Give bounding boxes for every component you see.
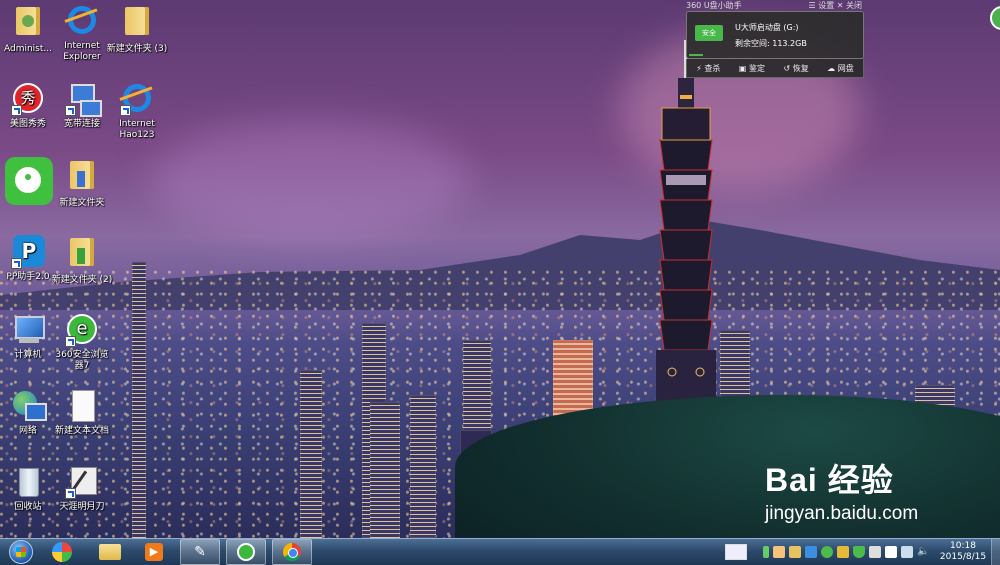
udisk-drive-panel: 安全 U大师启动盘 (G:) 剩余空间: 113.2GB (686, 11, 864, 59)
folder-icon[interactable] (789, 546, 801, 558)
meitu-icon: 秀 (11, 82, 45, 116)
desktop-icon-new-folder[interactable]: 新建文件夹 (51, 158, 113, 209)
desktop-icon-broadband-connection[interactable]: 宽带连接 (51, 82, 113, 130)
ie-icon (64, 4, 100, 38)
clock-date: 2015/8/15 (939, 552, 987, 562)
qq-icon[interactable] (805, 546, 817, 558)
taskbar-360-manager[interactable] (42, 539, 82, 565)
taskbar-chrome[interactable] (272, 539, 312, 565)
monitor-icon[interactable] (901, 546, 913, 558)
user-folder-icon (11, 7, 45, 41)
desktop-icon-tianya-mingyuedao[interactable]: 天涯明月刀 (51, 465, 113, 513)
taskbar: ▶ ✎ 🔈 10:18 2015/8/15 (0, 538, 1000, 565)
desktop-icon-new-folder-3[interactable]: 新建文件夹 (3) (106, 4, 168, 55)
clock-time: 10:18 (950, 541, 976, 551)
taskbar-explorer[interactable] (90, 539, 130, 565)
identify-button[interactable]: ▣ 鉴定 (739, 63, 765, 74)
green-chat-app-icon (3, 157, 53, 207)
windows-orb-icon (9, 540, 33, 564)
flag-icon[interactable] (885, 546, 897, 558)
battery-icon[interactable] (763, 546, 769, 558)
desktop-icon-360-browser[interactable]: e 360安全浏览器7 (51, 313, 113, 372)
pen-tool-icon: ✎ (194, 544, 206, 560)
desktop-icon-new-text-document[interactable]: 新建文本文档 (51, 389, 113, 437)
free-space: 剩余空间: 113.2GB (735, 39, 807, 48)
desktop-icon-hao123[interactable]: Internet Hao123 (106, 82, 168, 141)
close-button[interactable]: ✕ 关闭 (837, 1, 862, 10)
shield-icon[interactable] (853, 546, 865, 558)
tower-silhouette (656, 40, 716, 420)
plus-icon[interactable] (821, 546, 833, 558)
media-player-icon: ▶ (145, 543, 163, 561)
hand-icon[interactable] (773, 546, 785, 558)
folder-icon (65, 238, 99, 272)
network-connection-icon (65, 82, 102, 117)
desktop-icon-internet-explorer[interactable]: Internet Explorer (51, 4, 113, 63)
taskbar-pen-tool[interactable]: ✎ (180, 539, 220, 565)
recycle-bin-icon (11, 465, 45, 499)
settings-button[interactable]: ☰ 设置 (808, 1, 834, 10)
360-manager-icon (52, 542, 72, 562)
360-browser-icon: e (65, 313, 99, 347)
system-tray: 🔈 10:18 2015/8/15 (725, 539, 1000, 565)
computer-icon (11, 313, 45, 347)
pp-assistant-icon: P (11, 235, 45, 269)
taskbar-360-browser[interactable] (226, 539, 266, 565)
network-icon (11, 389, 47, 423)
chrome-icon (283, 543, 301, 561)
clipboard-icon[interactable] (869, 546, 881, 558)
360-browser-icon (237, 543, 255, 561)
folder-icon (65, 161, 99, 195)
restore-button[interactable]: ↺ 恢复 (783, 63, 808, 74)
desktop-icon-new-folder-2[interactable]: 新建文件夹 (2) (51, 235, 113, 286)
keyboard-icon[interactable] (725, 544, 747, 560)
scan-button[interactable]: ⚡ 查杀 (696, 63, 720, 74)
text-document-icon (65, 389, 99, 423)
security-icon[interactable] (837, 546, 849, 558)
udisk-actions: ⚡ 查杀 ▣ 鉴定 ↺ 恢复 ☁ 网盘 (686, 59, 864, 78)
show-desktop-button[interactable] (991, 539, 1000, 565)
capacity-bar (689, 54, 703, 56)
watermark-logo: Bai 经验 (765, 462, 894, 498)
system-clock[interactable]: 10:18 2015/8/15 (935, 541, 991, 563)
folder-icon (120, 7, 154, 41)
game-icon (65, 465, 99, 499)
ie-icon (119, 82, 155, 116)
cloud-disk-button[interactable]: ☁ 网盘 (827, 63, 854, 74)
drive-name: U大师启动盘 (G:) (735, 23, 799, 32)
udisk-helper-titlebar: 360 U盘小助手 ☰ 设置 ✕ 关闭 (686, 0, 862, 11)
volume-icon[interactable]: 🔈 (917, 546, 929, 558)
udisk-helper-title: 360 U盘小助手 (686, 1, 742, 10)
start-button[interactable] (2, 539, 40, 565)
watermark-url: jingyan.baidu.com (765, 503, 919, 524)
explorer-icon (99, 544, 121, 560)
baidu-jingyan-watermark: Bai 经验 jingyan.baidu.com (765, 455, 918, 525)
taskbar-media-player[interactable]: ▶ (134, 539, 174, 565)
usb-drive-icon: 安全 (695, 25, 723, 41)
udisk-helper-popup: 360 U盘小助手 ☰ 设置 ✕ 关闭 安全 U大师启动盘 (G:) 剩余空间:… (686, 0, 864, 78)
